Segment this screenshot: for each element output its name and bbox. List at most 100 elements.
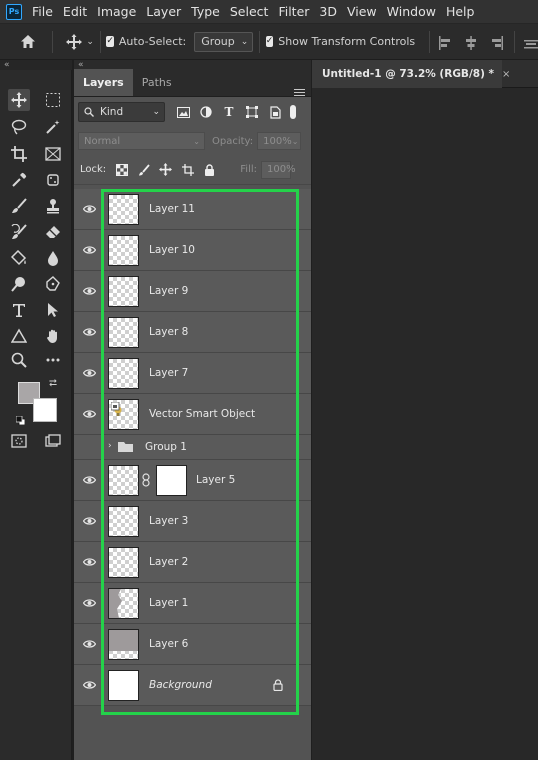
- swap-colors-icon[interactable]: ⮂: [49, 378, 57, 389]
- home-icon[interactable]: [20, 34, 36, 49]
- menu-file[interactable]: File: [32, 4, 53, 19]
- fill-field[interactable]: 100%: [261, 160, 296, 179]
- chevron-down-icon[interactable]: ⌄: [86, 37, 94, 47]
- blend-mode-dropdown[interactable]: Normal ⌄: [78, 132, 205, 150]
- layer-row[interactable]: Layer 6: [74, 624, 311, 665]
- menu-help[interactable]: Help: [446, 4, 475, 19]
- filter-smart-object-icon[interactable]: [268, 105, 282, 119]
- lock-transparent-icon[interactable]: [115, 163, 128, 176]
- layer-row[interactable]: Layer 8: [74, 312, 311, 353]
- dodge-tool-icon[interactable]: [8, 273, 30, 295]
- visibility-eye-icon[interactable]: [83, 327, 96, 337]
- history-brush-tool-icon[interactable]: [8, 221, 30, 243]
- visibility-eye-icon[interactable]: [83, 516, 96, 526]
- visibility-eye-icon[interactable]: [83, 598, 96, 608]
- magic-wand-tool-icon[interactable]: [42, 116, 64, 138]
- layer-row[interactable]: Layer 1: [74, 583, 311, 624]
- visibility-eye-icon[interactable]: [83, 639, 96, 649]
- layer-group-row[interactable]: › Group 1: [74, 435, 311, 460]
- lock-all-icon[interactable]: [203, 163, 216, 176]
- layer-row[interactable]: Layer 11: [74, 189, 311, 230]
- layer-row[interactable]: Layer 3: [74, 501, 311, 542]
- visibility-eye-icon[interactable]: [83, 557, 96, 567]
- move-tool-icon[interactable]: [8, 89, 30, 111]
- visibility-eye-icon[interactable]: [83, 475, 96, 485]
- filter-adjustment-icon[interactable]: [199, 105, 213, 119]
- filter-shape-icon[interactable]: [245, 105, 259, 119]
- default-colors-icon[interactable]: [15, 410, 26, 426]
- type-tool-icon[interactable]: [8, 299, 30, 321]
- marquee-tool-icon[interactable]: [42, 89, 64, 111]
- move-tool-preset-icon[interactable]: [66, 33, 83, 50]
- chevron-right-icon[interactable]: ›: [108, 441, 112, 451]
- chevron-down-icon: ⌄: [240, 36, 249, 47]
- more-tools-icon[interactable]: [42, 349, 64, 371]
- align-center-icon[interactable]: [464, 35, 478, 50]
- background-color-swatch[interactable]: [33, 398, 57, 422]
- visibility-eye-icon[interactable]: [83, 286, 96, 296]
- auto-select-dropdown[interactable]: Group ⌄: [194, 31, 254, 52]
- menu-type[interactable]: Type: [191, 4, 220, 19]
- menu-view[interactable]: View: [347, 4, 377, 19]
- blur-tool-icon[interactable]: [42, 247, 64, 269]
- filter-pixel-icon[interactable]: [176, 105, 190, 119]
- lock-icon[interactable]: [273, 679, 283, 691]
- shape-tool-icon[interactable]: [8, 325, 30, 347]
- eyedropper-tool-icon[interactable]: [8, 169, 30, 191]
- document-tab[interactable]: Untitled-1 @ 73.2% (RGB/8) * ×: [312, 60, 510, 88]
- pen-tool-icon[interactable]: [42, 273, 64, 295]
- tools-panel-header: [0, 60, 72, 70]
- layer-row[interactable]: Layer 2: [74, 542, 311, 583]
- visibility-eye-icon[interactable]: [83, 204, 96, 214]
- menu-select[interactable]: Select: [230, 4, 269, 19]
- layer-row[interactable]: Layer 9: [74, 271, 311, 312]
- paint-bucket-tool-icon[interactable]: [8, 247, 30, 269]
- eraser-tool-icon[interactable]: [42, 221, 64, 243]
- screen-mode-icon[interactable]: [42, 430, 64, 452]
- layer-row[interactable]: Vector Smart Object: [74, 394, 311, 435]
- filter-toggle-icon[interactable]: [290, 105, 296, 119]
- filter-type-icon[interactable]: T: [222, 105, 236, 119]
- menu-window[interactable]: Window: [387, 4, 436, 19]
- layer-row[interactable]: Layer 7: [74, 353, 311, 394]
- auto-select-checkbox[interactable]: ✓: [106, 36, 114, 47]
- clone-stamp-tool-icon[interactable]: [42, 195, 64, 217]
- close-icon[interactable]: ×: [502, 69, 510, 80]
- hand-tool-icon[interactable]: [42, 325, 64, 347]
- tab-paths[interactable]: Paths: [133, 69, 181, 96]
- show-transform-checkbox[interactable]: ✓: [265, 36, 274, 47]
- filter-kind-dropdown[interactable]: Kind ⌄: [78, 102, 165, 122]
- visibility-eye-icon[interactable]: [83, 368, 96, 378]
- collapse-icon[interactable]: «: [4, 60, 10, 70]
- lock-position-icon[interactable]: [159, 163, 173, 176]
- opacity-field[interactable]: 100% ⌄: [257, 132, 302, 150]
- layer-mask-thumbnail[interactable]: [156, 465, 187, 496]
- brush-tool-icon[interactable]: [8, 195, 30, 217]
- lasso-tool-icon[interactable]: [8, 116, 30, 138]
- healing-brush-tool-icon[interactable]: [42, 169, 64, 191]
- menu-filter[interactable]: Filter: [278, 4, 309, 19]
- align-top-icon[interactable]: [523, 35, 538, 49]
- visibility-eye-icon[interactable]: [83, 680, 96, 690]
- tab-layers[interactable]: Layers: [74, 69, 133, 96]
- quick-mask-icon[interactable]: [8, 430, 30, 452]
- menu-layer[interactable]: Layer: [146, 4, 181, 19]
- menu-3d[interactable]: 3D: [319, 4, 337, 19]
- layer-row[interactable]: Background: [74, 665, 311, 706]
- path-selection-tool-icon[interactable]: [42, 299, 64, 321]
- visibility-eye-icon[interactable]: [83, 245, 96, 255]
- lock-artboard-icon[interactable]: [181, 163, 194, 176]
- visibility-eye-icon[interactable]: [83, 409, 96, 419]
- lock-pixels-icon[interactable]: [137, 163, 150, 176]
- align-left-icon[interactable]: [438, 35, 452, 50]
- menu-edit[interactable]: Edit: [63, 4, 87, 19]
- layer-row[interactable]: Layer 5: [74, 460, 311, 501]
- search-icon: [84, 107, 94, 117]
- crop-tool-icon[interactable]: [8, 143, 30, 165]
- zoom-tool-icon[interactable]: [8, 349, 30, 371]
- frame-tool-icon[interactable]: [42, 143, 64, 165]
- align-right-icon[interactable]: [490, 35, 504, 50]
- menu-image[interactable]: Image: [97, 4, 136, 19]
- link-icon[interactable]: [142, 473, 150, 487]
- layer-row[interactable]: Layer 10: [74, 230, 311, 271]
